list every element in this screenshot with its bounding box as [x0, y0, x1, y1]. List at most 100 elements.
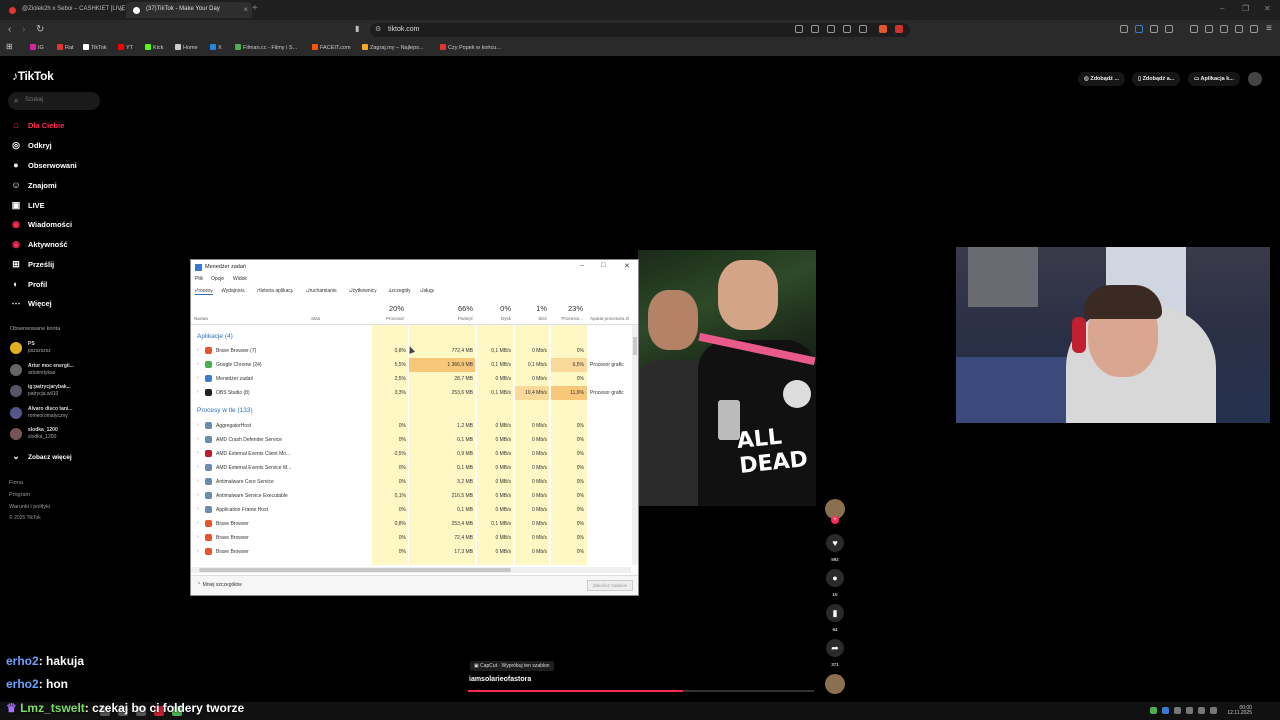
apps-grid-icon[interactable]: ⊞: [6, 42, 13, 51]
follow-plus-icon[interactable]: +: [831, 516, 839, 524]
user-avatar[interactable]: [1248, 72, 1262, 86]
process-row[interactable]: › AMD Crash Defender Service 0% 0,1 MB 0 MB/…: [191, 433, 631, 447]
minimize-icon[interactable]: –: [1220, 4, 1224, 13]
share-button[interactable]: ➦: [826, 639, 844, 657]
col-cpu[interactable]: Procesor: [372, 316, 404, 321]
sidebar-item-explore[interactable]: ◎ Odkryj: [10, 140, 52, 151]
sidebar-item-live[interactable]: ▣ LIVE: [10, 200, 45, 211]
extension-icon[interactable]: [811, 25, 819, 33]
footer-link[interactable]: Warunki i polityki: [9, 504, 50, 510]
tab-details[interactable]: Szczegóły: [388, 288, 411, 294]
col-disk[interactable]: Dysk: [481, 316, 511, 321]
brave-rewards-icon[interactable]: [895, 25, 903, 33]
capcut-template-link[interactable]: ▣ CapCut · Wypróbuj ten szablon: [470, 661, 554, 671]
apps-group-header[interactable]: Aplikacje (4): [197, 333, 233, 340]
sidebar-item-friends[interactable]: ☺ Znajomi: [10, 180, 56, 190]
tab-app-history[interactable]: Historia aplikacji: [257, 288, 293, 294]
extension-icon[interactable]: [1150, 25, 1158, 33]
see-more-button[interactable]: ⌄ Zobacz więcej: [10, 451, 72, 462]
minimize-icon[interactable]: –: [580, 262, 584, 269]
bookmark-rat[interactable]: Rat: [57, 44, 74, 51]
sidebar-icon[interactable]: [1205, 25, 1213, 33]
process-row[interactable]: › AMD External Events Client Mo... 0,5% 0,9…: [191, 447, 631, 461]
expand-chevron-icon[interactable]: ›: [197, 492, 199, 498]
expand-chevron-icon[interactable]: ›: [197, 436, 199, 442]
vertical-scrollbar[interactable]: [632, 325, 638, 565]
save-button[interactable]: ▮: [826, 604, 844, 622]
site-info-icon[interactable]: ⚙: [375, 25, 381, 33]
process-row[interactable]: › Brave Browser 0,8% 253,4 MB 0,1 MB/s 0 Mb/s…: [191, 517, 631, 531]
col-gpu-engine[interactable]: Aparat procesora G: [590, 316, 629, 321]
like-button[interactable]: ♥: [826, 534, 844, 552]
bookmark-filman[interactable]: Filman.cc - Filmy i S...: [235, 44, 297, 51]
horizontal-scrollbar[interactable]: [191, 567, 631, 573]
profile-icon[interactable]: [1250, 25, 1258, 33]
reload-icon[interactable]: ↻: [36, 24, 44, 35]
col-status[interactable]: Stan: [311, 316, 320, 321]
menu-view[interactable]: Widok: [233, 276, 247, 282]
extension-icon[interactable]: [1120, 25, 1128, 33]
maximize-icon[interactable]: ❐: [1242, 4, 1249, 13]
tab-stream[interactable]: @Ziolek2h x Seboi – CASHKIET [LIVE ×: [2, 2, 128, 18]
expand-chevron-icon[interactable]: ›: [197, 478, 199, 484]
process-row[interactable]: › AMD External Events Service M... 0% 0,1 M…: [191, 461, 631, 475]
extension-icon[interactable]: [1165, 25, 1173, 33]
bg-group-header[interactable]: Procesy w tle (133): [197, 407, 253, 414]
menu-options[interactable]: Opcje: [211, 276, 224, 282]
tab-performance[interactable]: Wydajność: [221, 288, 245, 294]
expand-chevron-icon[interactable]: ›: [197, 389, 199, 395]
bookmark-faceit[interactable]: FACEIT.com: [312, 44, 351, 51]
sidebar-item-following[interactable]: ● Obserwowani: [10, 160, 76, 170]
close-icon[interactable]: ✕: [624, 262, 630, 270]
bookmark-x[interactable]: X: [210, 44, 222, 51]
sidebar-item-upload[interactable]: ⊞ Prześlij: [10, 259, 54, 270]
tray-icon[interactable]: [1150, 707, 1157, 714]
tray-icon[interactable]: [1162, 707, 1169, 714]
col-mem[interactable]: Pamięć: [431, 316, 473, 321]
extension-icon[interactable]: [1135, 25, 1143, 33]
bookmark-home[interactable]: Home: [175, 44, 198, 51]
process-row[interactable]: › Brave Browser 0% 72,4 MB 0 MB/s 0 Mb/s 0%: [191, 531, 631, 545]
extension-icon[interactable]: [795, 25, 803, 33]
sidebar-item-activity[interactable]: ◉ Aktywność: [10, 239, 68, 250]
process-row[interactable]: › Application Frame Host 0% 0,1 MB 0 MB/s 0 M…: [191, 503, 631, 517]
close-window-icon[interactable]: ✕: [1264, 4, 1271, 13]
expand-chevron-icon[interactable]: ›: [197, 548, 199, 554]
tab-tiktok[interactable]: (37)TikTok - Make Your Day ×: [126, 2, 252, 18]
expand-chevron-icon[interactable]: ›: [197, 534, 199, 540]
bookmark-yt[interactable]: YT: [118, 44, 133, 51]
clock[interactable]: 00:00 12.11.2025: [1222, 706, 1252, 716]
share-icon[interactable]: [859, 25, 867, 33]
col-name[interactable]: Nazwa: [194, 316, 208, 321]
process-row[interactable]: › Brave Browser 0% 17,3 MB 0 MB/s 0 Mb/s 0%: [191, 545, 631, 559]
bookmark-kick[interactable]: Kick: [145, 44, 163, 51]
process-row[interactable]: › Antimalware Service Executable 0,1% 216,5…: [191, 489, 631, 503]
expand-chevron-icon[interactable]: ›: [197, 464, 199, 470]
comment-button[interactable]: ●: [826, 569, 844, 587]
process-row[interactable]: › Menedżer zadań 2,5% 28,7 MB 0 MB/s 0 Mb/s 0%: [191, 372, 631, 386]
menu-icon[interactable]: ≡: [1266, 23, 1272, 34]
expand-chevron-icon[interactable]: ›: [197, 422, 199, 428]
menu-file[interactable]: Plik: [195, 276, 203, 282]
volume-icon[interactable]: [1210, 707, 1217, 714]
sidebar-item-more[interactable]: ⋯ Więcej: [10, 298, 52, 309]
col-net[interactable]: Sieć: [517, 316, 547, 321]
video-progress-bar[interactable]: [468, 690, 814, 692]
sound-avatar[interactable]: [825, 674, 845, 694]
video-author[interactable]: iamsolarieofastora: [469, 676, 531, 683]
media-icon[interactable]: [1190, 25, 1198, 33]
desktop-app-button[interactable]: ▭ Aplikacja k...: [1188, 72, 1240, 86]
expand-chevron-icon[interactable]: ›: [197, 506, 199, 512]
process-row[interactable]: › Google Chrome (24) 5,5% 1 366,9 MB 0,1 MB/…: [191, 358, 631, 372]
close-tab-icon[interactable]: ×: [243, 5, 248, 14]
brave-shield-icon[interactable]: [879, 25, 887, 33]
bookmark-icon[interactable]: ▮: [355, 24, 359, 33]
expand-chevron-icon[interactable]: ›: [197, 450, 199, 456]
search-input[interactable]: ⌕ Szukaj: [8, 92, 100, 110]
maximize-icon[interactable]: □: [601, 262, 605, 269]
get-coins-button[interactable]: ◎ Zdobądź ...: [1078, 72, 1126, 86]
get-app-button[interactable]: ▯ Zdobądź a...: [1132, 72, 1181, 86]
process-row[interactable]: › OBS Studio (8) 3,3% 253,6 MB 0,1 MB/s 10,4 …: [191, 386, 631, 400]
new-tab-icon[interactable]: +: [252, 3, 258, 14]
back-icon[interactable]: ‹: [8, 24, 11, 35]
